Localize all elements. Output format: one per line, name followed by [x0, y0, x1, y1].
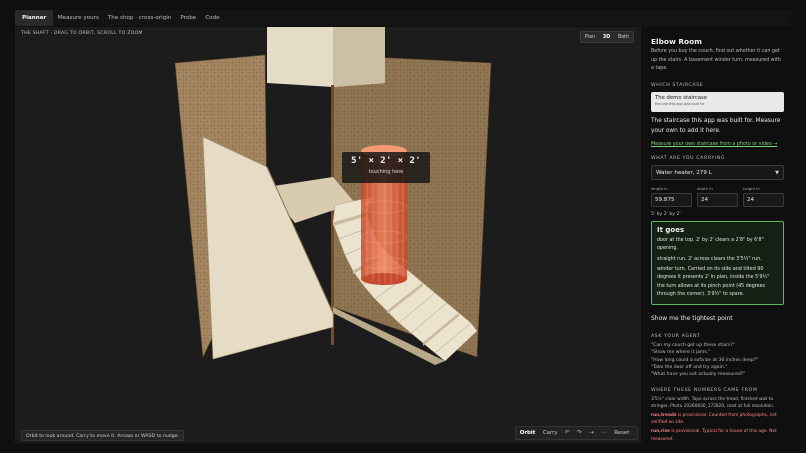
- sources-list: 3'5½" clear width. Tape across the tread…: [651, 396, 784, 443]
- staircase-name: The demo staircase: [655, 94, 708, 101]
- verdict-line-straight: straight run. 2' across clears the 3'5½"…: [657, 256, 762, 262]
- source-text: is provisional. Typical for a house of t…: [651, 429, 777, 442]
- which-staircase-heading: WHICH STAIRCASE: [651, 82, 704, 88]
- agent-heading: ASK YOUR AGENT: [651, 334, 701, 340]
- height-input[interactable]: 24: [743, 193, 784, 208]
- agent-quote[interactable]: "How long could a sofa be at 36 inches d…: [651, 357, 784, 364]
- length-field: length in 59.875: [651, 186, 692, 208]
- tab-probe[interactable]: Probe: [176, 10, 201, 26]
- dimension-label: 5' × 2' × 2' touching here: [342, 152, 430, 183]
- depth-input[interactable]: 24: [697, 193, 738, 208]
- view-plan-button[interactable]: Plan: [585, 35, 595, 40]
- measure-staircase-link[interactable]: Measure your own staircase from a photo …: [651, 142, 784, 147]
- verdict-line-winder: winder turn. Carried on its side and til…: [657, 267, 770, 297]
- source-item: run,treads is provisional. Counted from …: [651, 412, 784, 426]
- reset-button[interactable]: Reset: [610, 426, 633, 440]
- agent-quote[interactable]: "Show me where it jams.": [651, 349, 784, 356]
- height-label: height in: [743, 186, 760, 192]
- top-nav: Planner Measure yours The shop · cross-o…: [15, 10, 791, 26]
- viewport-caption: THE SHAFT · DRAG TO ORBIT, SCROLL TO ZOO…: [21, 31, 143, 36]
- height-field: height in 24: [743, 186, 784, 208]
- tab-the-shop[interactable]: The shop · cross-origin: [103, 10, 176, 26]
- length-input[interactable]: 59.875: [651, 193, 692, 208]
- rotate-right-icon[interactable]: ↷: [573, 426, 585, 440]
- depth-label: depth in: [697, 186, 713, 192]
- app-intro: Before you buy the couch, find out wheth…: [651, 49, 781, 72]
- agent-quote[interactable]: "Take the door off and try again.": [651, 364, 784, 371]
- chevron-down-icon: ▼: [775, 169, 779, 176]
- carrying-value: Water heater, 279 L: [656, 169, 712, 176]
- source-key: run,treads: [651, 413, 677, 419]
- verdict-card: It goes door at the top. 2' by 2' clears…: [651, 221, 784, 306]
- more-icon[interactable]: ⋯: [597, 426, 610, 440]
- verdict-line-door: door at the top. 2' by 2' clears a 2'8" …: [657, 238, 764, 252]
- tightest-point-button[interactable]: Show me the tightest point: [651, 313, 784, 325]
- dimension-inputs: length in 59.875 depth in 24 height in 2…: [651, 186, 784, 208]
- source-item: run,rise is provisional. Typical for a h…: [651, 428, 784, 442]
- tab-measure-yours[interactable]: Measure yours: [53, 10, 103, 26]
- dimension-text: 5' × 2' × 2': [351, 155, 421, 166]
- length-label: length in: [651, 186, 668, 192]
- verdict-title: It goes: [657, 226, 685, 235]
- tab-planner[interactable]: Planner: [15, 10, 54, 26]
- staircase-option-demo[interactable]: The demo staircase the one this app was …: [651, 91, 784, 112]
- source-item: 3'5½" clear width. Tape across the tread…: [651, 396, 784, 410]
- source-text: 3'5½" clear width. Tape across the tread…: [651, 396, 775, 409]
- viewport-controls: Orbit Carry ↶ ↷ ⇢ ⋯ Reset: [515, 426, 638, 440]
- sources-heading: WHERE THESE NUMBERS CAME FROM: [651, 387, 758, 393]
- staircase-scene[interactable]: [15, 27, 641, 443]
- carry-button[interactable]: Carry: [539, 426, 561, 440]
- staircase-description: The staircase this app was built for. Me…: [651, 117, 781, 134]
- app-title: Elbow Room: [651, 37, 702, 46]
- orbit-button[interactable]: Orbit: [516, 426, 539, 440]
- agent-quotes: "Can my couch get up these stairs?" "Sho…: [651, 342, 784, 378]
- rotate-left-icon[interactable]: ↶: [561, 426, 573, 440]
- move-forward-icon[interactable]: ⇢: [585, 426, 597, 440]
- tab-code[interactable]: Code: [201, 10, 224, 26]
- view-both-button[interactable]: Both: [618, 35, 629, 40]
- view-mode-toggle: Plan 3D Both: [580, 31, 634, 43]
- source-key: run,rise: [651, 429, 670, 435]
- shaft-viewport[interactable]: THE SHAFT · DRAG TO ORBIT, SCROLL TO ZOO…: [15, 27, 641, 443]
- agent-quote[interactable]: "What have you not actually measured?": [651, 371, 784, 378]
- corner-post: [331, 85, 334, 345]
- size-note: 5' by 2' by 2': [651, 212, 681, 218]
- carrying-heading: WHAT ARE YOU CARRYING: [651, 156, 726, 162]
- orbit-hint: Orbit to look around. Carry to move it. …: [21, 430, 185, 441]
- side-panel: Elbow Room Before you buy the couch, fin…: [651, 37, 784, 447]
- touching-text: touching here: [368, 169, 404, 175]
- agent-quote[interactable]: "Can my couch get up these stairs?": [651, 342, 784, 349]
- carrying-select[interactable]: Water heater, 279 L ▼: [651, 165, 784, 181]
- view-3d-button[interactable]: 3D: [603, 35, 610, 40]
- upper-shaft-shade: [333, 27, 385, 87]
- staircase-subtitle: the one this app was built for: [655, 101, 705, 106]
- depth-field: depth in 24: [697, 186, 738, 208]
